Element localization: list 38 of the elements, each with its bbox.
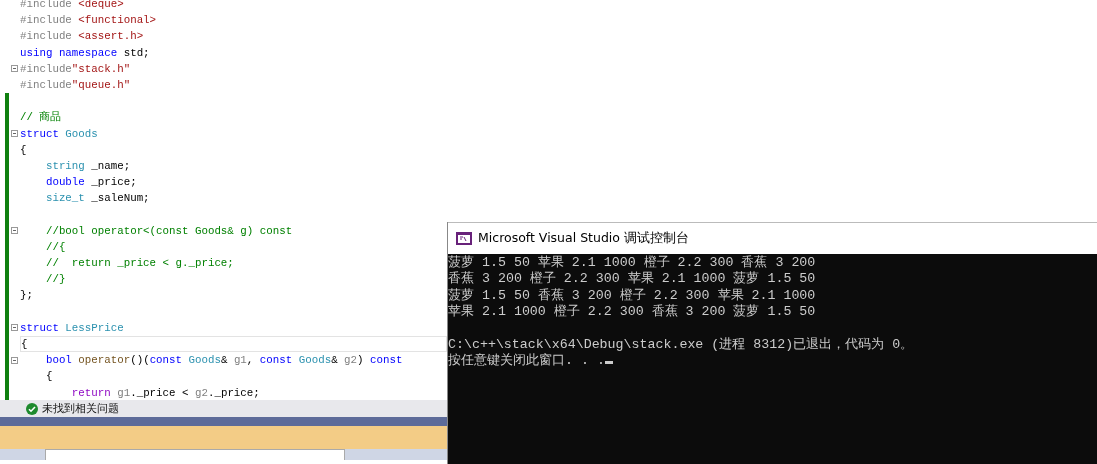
code-line: #include"queue.h": [20, 78, 132, 94]
window-title: Microsoft Visual Studio 调试控制台: [478, 230, 689, 247]
code-line: // 商品: [20, 110, 63, 126]
code-line: return g1._price < g2._price;: [70, 385, 261, 400]
code-line: #include <deque>: [20, 0, 125, 13]
code-line: size_t _saleNum;: [44, 191, 151, 207]
code-line: using namespace std;: [20, 45, 151, 61]
collapse-icon[interactable]: [11, 130, 18, 138]
code-line: #include <functional>: [20, 13, 158, 29]
dropdown-field[interactable]: [45, 449, 345, 460]
code-line: bool operator()(const Goods& g1, const Goods& g2) const: [44, 353, 404, 369]
code-line: };: [20, 288, 34, 304]
collapse-icon[interactable]: [11, 227, 18, 235]
code-line: // return _price < g._price;: [44, 256, 235, 272]
collapse-icon[interactable]: [11, 356, 18, 364]
console-icon: [456, 232, 472, 245]
collapse-icon[interactable]: [11, 65, 18, 73]
status-text: 未找到相关问题: [42, 401, 119, 416]
console-output-line: 菠萝 1.5 50 香蕉 3 200 橙子 2.2 300 苹果 2.1 1000: [448, 287, 816, 303]
console-output-line: 菠萝 1.5 50 苹果 2.1 1000 橙子 2.2 300 香蕉 3 200: [448, 255, 816, 270]
code-line: struct Goods: [20, 126, 99, 142]
code-line: double _price;: [44, 175, 138, 191]
console-output-line: 按任意键关闭此窗口. . .: [448, 353, 605, 369]
code-line: {: [44, 369, 54, 385]
code-line: //{: [44, 239, 67, 255]
check-icon: [26, 402, 38, 415]
cursor-icon: [604, 361, 613, 365]
code-line: #include"stack.h": [20, 61, 132, 77]
console-output-line: 苹果 2.1 1000 橙子 2.2 300 香蕉 3 200 菠萝 1.5 50: [448, 304, 816, 320]
code-line: {: [20, 142, 28, 158]
collapse-icon[interactable]: [11, 324, 18, 332]
console-output-line: C:\c++\stack\x64\Debug\stack.exe (进程 8312)已退出，代码为 0。: [448, 336, 914, 352]
code-line: string _name;: [44, 158, 132, 174]
code-line: //bool operator<(const Goods& g) const: [44, 223, 294, 239]
code-line: //}: [44, 272, 67, 288]
console-output-line: 香蕉 3 200 橙子 2.2 300 苹果 2.1 1000 菠萝 1.5 50: [448, 271, 816, 287]
code-line: struct LessPrice: [20, 320, 125, 336]
code-line: #include <assert.h>: [20, 29, 145, 45]
